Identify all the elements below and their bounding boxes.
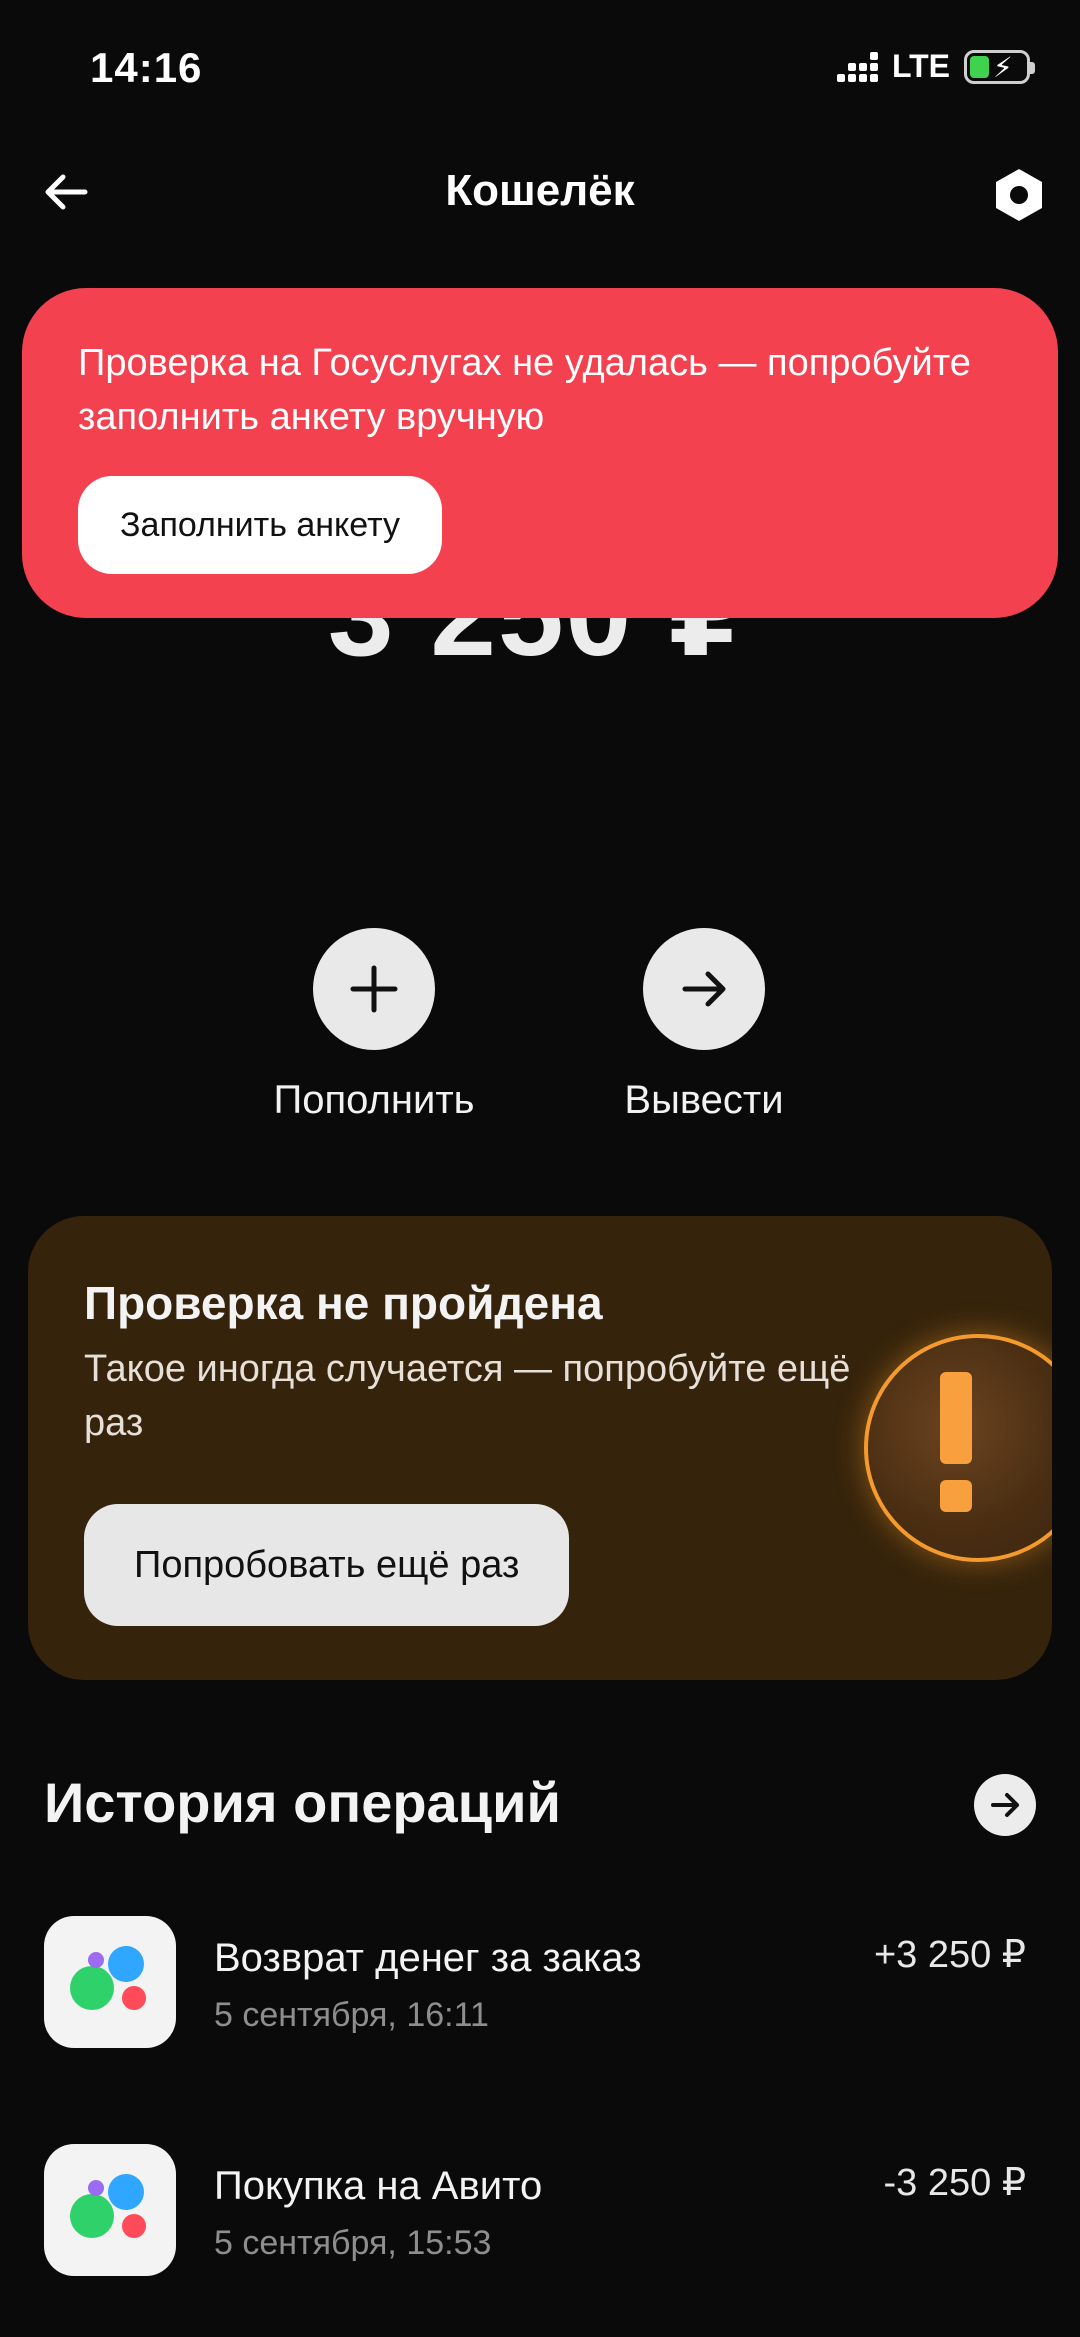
avito-logo-icon	[44, 1916, 176, 2048]
top-bar: Кошелёк	[0, 140, 1080, 260]
plus-icon	[350, 965, 398, 1013]
operation-date: 5 сентября, 16:11	[214, 1996, 489, 2034]
network-type: LTE	[891, 48, 950, 84]
operation-title: Возврат денег за заказ	[214, 1936, 642, 1980]
status-time: 14:16	[90, 44, 203, 91]
status-indicators: LTE ⚡	[836, 48, 1035, 85]
verification-text: Такое иногда случается — попробуйте ещё …	[84, 1348, 851, 1444]
fill-form-button[interactable]: Заполнить анкету	[78, 476, 443, 574]
operation-title: Покупка на Авито	[214, 2164, 543, 2208]
history-open-button[interactable]	[974, 1774, 1036, 1836]
retry-button[interactable]: Попробовать ещё раз	[84, 1504, 570, 1626]
status-bar: 14:16 LTE ⚡	[0, 0, 1080, 140]
toast-message: Проверка на Госуслугах не удалась — попр…	[78, 342, 971, 438]
error-toast: Проверка на Госуслугах не удалась — попр…	[22, 288, 1058, 618]
signal-icon	[836, 51, 878, 82]
operation-row[interactable]: Покупка на Авито 5 сентября, 15:53 -3 25…	[44, 2144, 1036, 2280]
charging-bolt-icon: ⚡	[993, 51, 1013, 83]
arrow-right-icon	[682, 971, 726, 1007]
history-header: История операций	[44, 1770, 1036, 1850]
verification-title: Проверка не пройдена	[84, 1277, 603, 1329]
exclamation-mark	[940, 1372, 978, 1512]
page-title: Кошелёк	[445, 166, 635, 215]
wallet-actions: Пополнить Вывести	[0, 928, 1080, 1128]
top-up-circle[interactable]	[313, 928, 435, 1050]
top-up-label: Пополнить	[273, 1078, 475, 1122]
operation-amount: +3 250 ₽	[873, 1934, 1026, 1976]
operation-date: 5 сентября, 15:53	[214, 2224, 492, 2262]
arrow-right-icon	[991, 1793, 1019, 1817]
withdraw-circle[interactable]	[643, 928, 765, 1050]
verification-failed-card: Проверка не пройдена Такое иногда случае…	[28, 1216, 1052, 1680]
operation-amount: -3 250 ₽	[883, 2162, 1026, 2204]
hexagon-gear-icon	[996, 169, 1042, 221]
withdraw-button[interactable]: Вывести	[574, 928, 834, 1123]
battery-level	[970, 55, 989, 78]
withdraw-label: Вывести	[624, 1078, 784, 1122]
history-title: История операций	[44, 1771, 561, 1834]
settings-button[interactable]	[984, 160, 1054, 230]
battery-icon: ⚡	[964, 49, 1035, 84]
operation-row[interactable]: Возврат денег за заказ 5 сентября, 16:11…	[44, 1916, 1036, 2052]
avito-logo-icon	[44, 2144, 176, 2276]
top-up-button[interactable]: Пополнить	[244, 928, 504, 1123]
